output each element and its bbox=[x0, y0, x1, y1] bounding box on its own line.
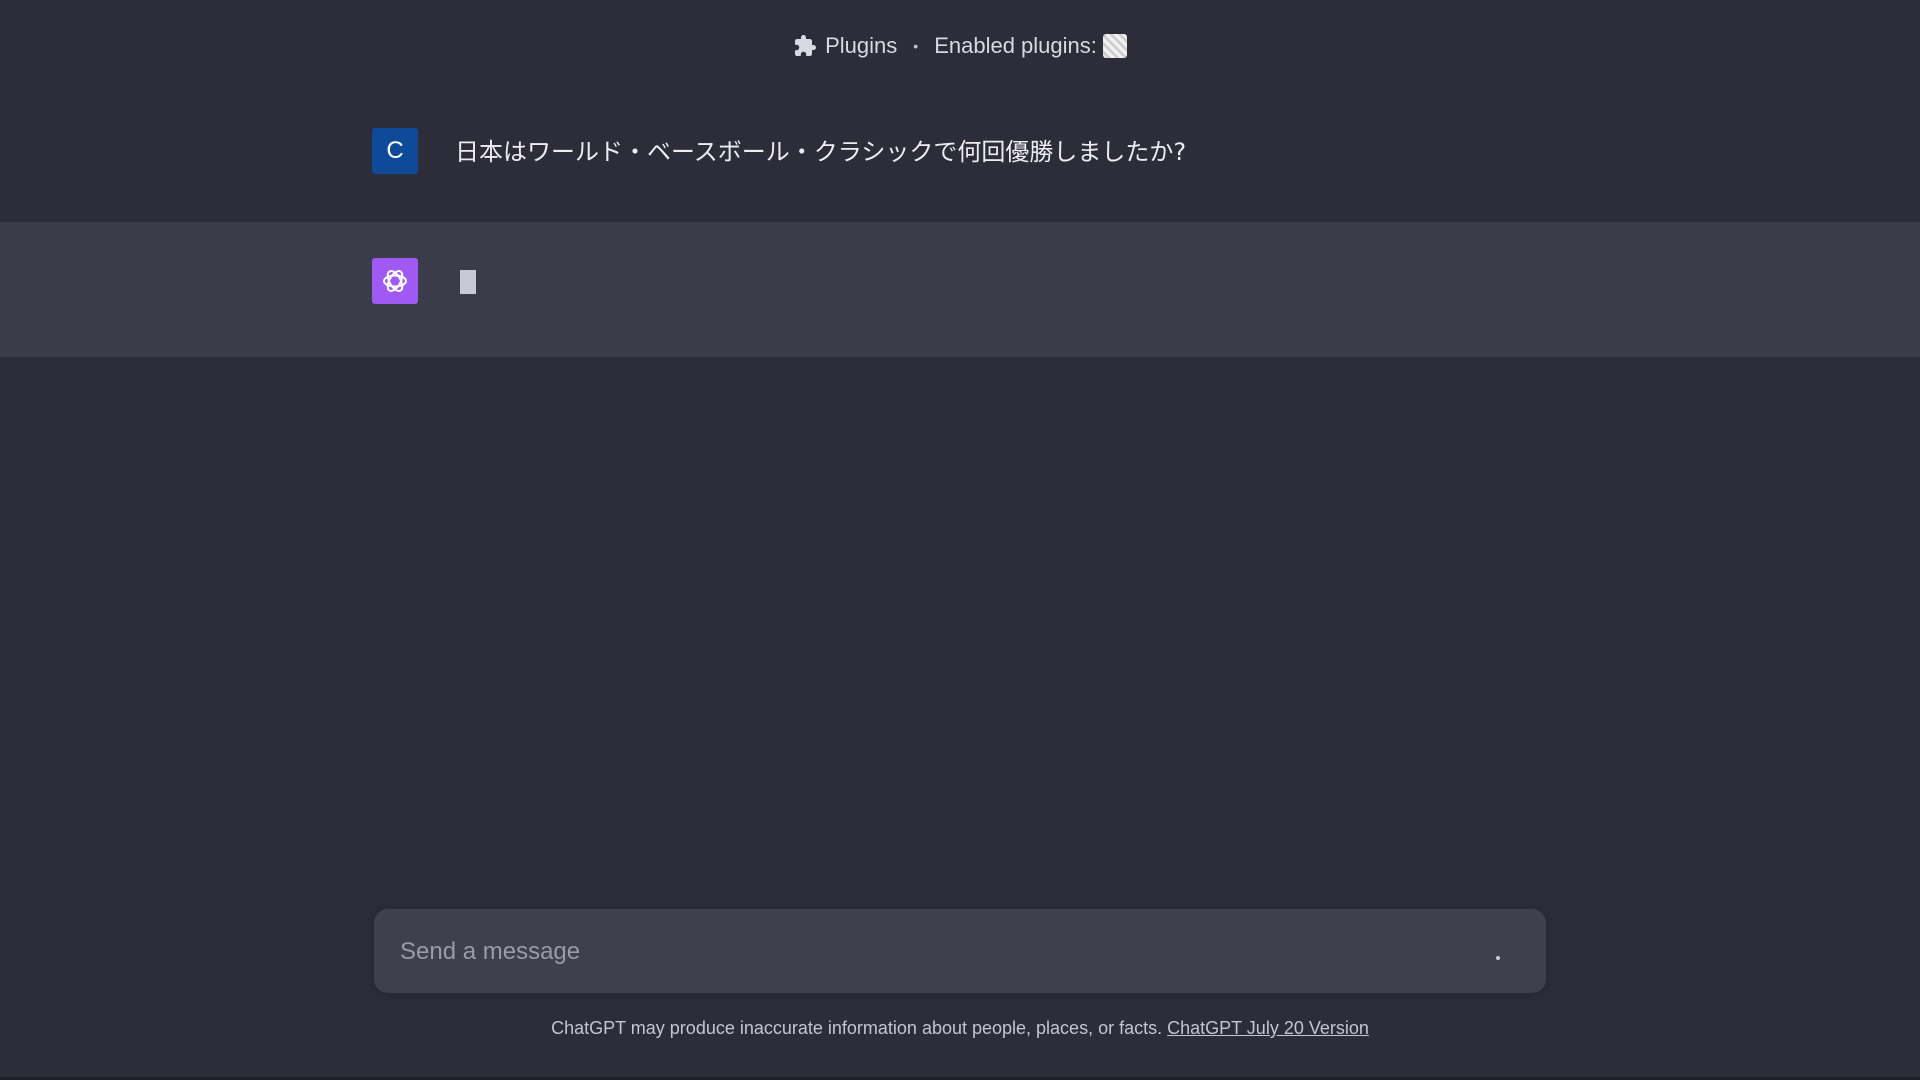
openai-logo-icon bbox=[372, 258, 418, 304]
enabled-plugins-label: Enabled plugins: bbox=[934, 33, 1097, 58]
conversation-header: Plugins • Enabled plugins: bbox=[0, 0, 1920, 93]
message-composer[interactable] bbox=[374, 909, 1546, 995]
enabled-plugin-icon[interactable] bbox=[1102, 34, 1127, 58]
assistant-message-row bbox=[0, 222, 1920, 357]
plugins-label[interactable]: Plugins bbox=[825, 33, 897, 59]
user-message-row: C 日本はワールド・ベースボール・クラシックで何回優勝しましたか? bbox=[0, 92, 1920, 223]
send-button[interactable] bbox=[1486, 939, 1510, 963]
puzzle-icon bbox=[793, 34, 817, 58]
version-link[interactable]: ChatGPT July 20 Version bbox=[1167, 1018, 1369, 1038]
message-input[interactable] bbox=[398, 909, 1462, 995]
disclaimer-text: ChatGPT may produce inaccurate informati… bbox=[551, 1018, 1163, 1038]
typing-cursor bbox=[460, 270, 476, 294]
separator-dot: • bbox=[913, 38, 919, 54]
user-message-text: 日本はワールド・ベースボール・クラシックで何回優勝しましたか? bbox=[455, 138, 1187, 166]
composer-area: ChatGPT may produce inaccurate informati… bbox=[0, 895, 1920, 1080]
send-loading-icon bbox=[1496, 956, 1500, 960]
chatgpt-app: Plugins • Enabled plugins: C 日本はワールド・ベース… bbox=[0, 0, 1920, 1080]
disclaimer: ChatGPT may produce inaccurate informati… bbox=[0, 1018, 1920, 1039]
user-avatar: C bbox=[372, 128, 418, 174]
